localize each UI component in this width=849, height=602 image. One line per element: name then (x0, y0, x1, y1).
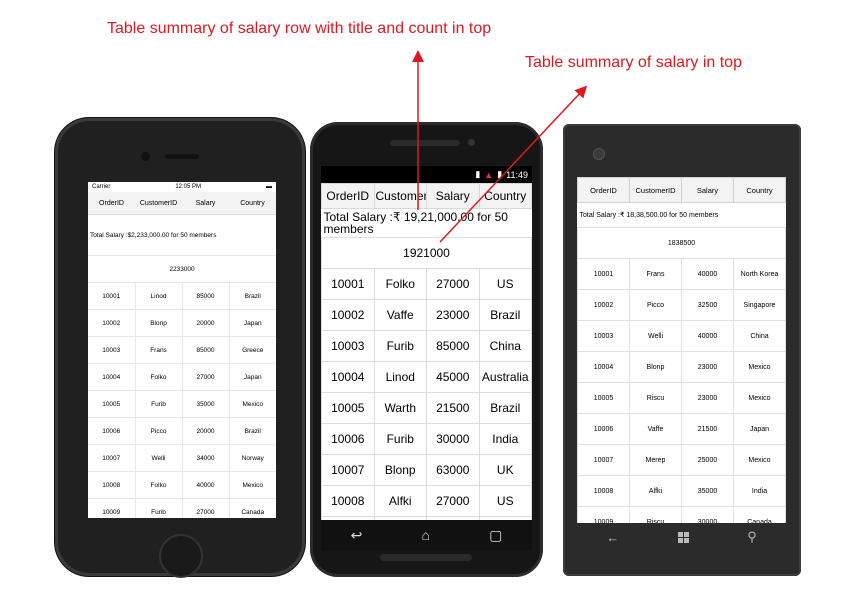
annotation-arrows (412, 50, 588, 243)
arrow-right (439, 85, 588, 243)
